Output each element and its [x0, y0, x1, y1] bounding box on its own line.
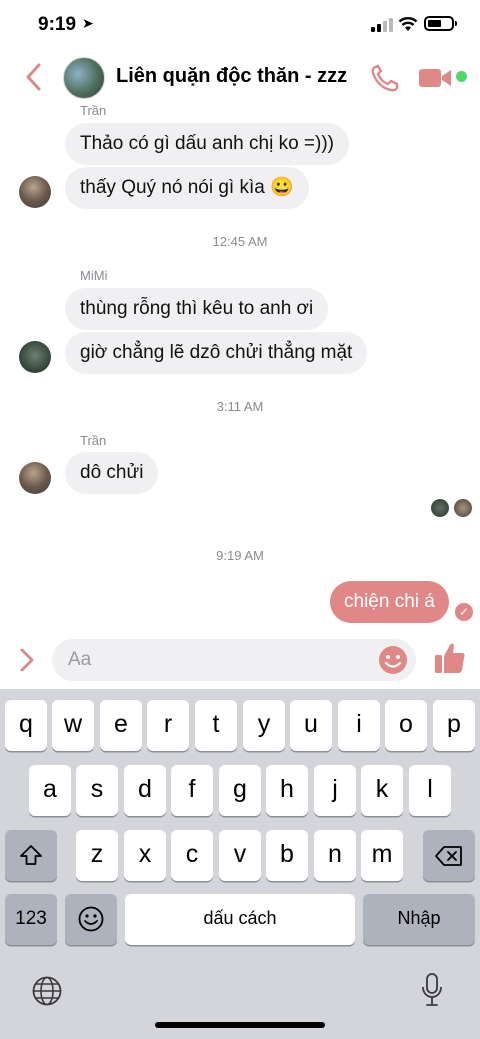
key-l[interactable]: l [409, 765, 451, 816]
message-input[interactable] [52, 639, 416, 681]
key-e[interactable]: e [100, 700, 142, 751]
message-bubble[interactable]: Thảo có gì dấu anh chị ko =))) [65, 123, 350, 165]
timestamp: 3:11 AM [216, 399, 264, 414]
shift-arrow-icon [20, 845, 42, 865]
key-r[interactable]: r [147, 700, 189, 751]
globe-icon[interactable] [32, 976, 62, 1006]
expand-chevron-icon[interactable] [18, 647, 36, 673]
timestamp: 12:45 AM [212, 234, 268, 249]
key-n[interactable]: n [314, 830, 356, 881]
group-avatar[interactable] [63, 57, 105, 99]
key-c[interactable]: c [171, 830, 213, 881]
seen-avatar [454, 499, 472, 517]
key-b[interactable]: b [266, 830, 308, 881]
backspace-key[interactable] [423, 830, 475, 881]
message-bubble[interactable]: giờ chẳng lẽ dzô chửi thẳng mặt [65, 332, 368, 374]
location-arrow-icon: ➤ [82, 15, 94, 31]
key-m[interactable]: m [361, 830, 403, 881]
sender-name: Trần [80, 103, 107, 118]
message-input-placeholder[interactable]: Aa [68, 649, 91, 671]
wifi-icon [398, 17, 418, 31]
sender-avatar[interactable] [19, 341, 51, 373]
space-key[interactable]: dấu cách [125, 894, 355, 945]
back-chevron-icon[interactable] [24, 62, 44, 92]
microphone-icon[interactable] [421, 973, 443, 1007]
key-y[interactable]: y [243, 700, 285, 751]
online-indicator [456, 71, 467, 82]
key-v[interactable]: v [219, 830, 261, 881]
delivered-check-icon: ✓ [455, 603, 473, 621]
emoji-icon[interactable] [378, 645, 408, 675]
emoji-key[interactable] [65, 894, 117, 945]
sender-avatar[interactable] [19, 462, 51, 494]
key-s[interactable]: s [76, 765, 118, 816]
status-time: 9:19 [38, 14, 77, 35]
sender-name: MiMi [80, 268, 108, 283]
key-d[interactable]: d [124, 765, 166, 816]
key-k[interactable]: k [361, 765, 403, 816]
group-name[interactable]: Liên quặn độc thăn - zzz [116, 65, 347, 88]
seen-avatar [431, 499, 449, 517]
return-key[interactable]: Nhập [363, 894, 475, 945]
message-bubble[interactable]: thùng rỗng thì kêu to anh ơi [65, 288, 329, 330]
key-t[interactable]: t [195, 700, 237, 751]
key-f[interactable]: f [171, 765, 213, 816]
numbers-key[interactable]: 123 [5, 894, 57, 945]
key-o[interactable]: o [385, 700, 427, 751]
key-p[interactable]: p [433, 700, 475, 751]
emoji-keyboard-icon [78, 906, 104, 932]
key-w[interactable]: w [52, 700, 94, 751]
keyboard: q w e r t y u i o p a s d f g h j k l z … [0, 689, 480, 1039]
home-indicator[interactable] [155, 1022, 325, 1028]
key-a[interactable]: a [29, 765, 71, 816]
backspace-icon [435, 846, 462, 866]
phone-icon[interactable] [370, 64, 400, 92]
key-j[interactable]: j [314, 765, 356, 816]
key-x[interactable]: x [124, 830, 166, 881]
key-i[interactable]: i [338, 700, 380, 751]
timestamp: 9:19 AM [216, 548, 264, 563]
sender-avatar[interactable] [19, 176, 51, 208]
cellular-signal-icon [371, 18, 393, 32]
battery-icon [424, 16, 457, 31]
like-thumb-icon[interactable] [434, 641, 466, 675]
message-bubble[interactable]: thấy Quý nó nói gì kìa 😀 [65, 167, 309, 209]
video-call-icon[interactable] [418, 67, 452, 89]
key-u[interactable]: u [290, 700, 332, 751]
sender-name: Trần [80, 433, 107, 448]
key-h[interactable]: h [266, 765, 308, 816]
shift-key[interactable] [5, 830, 57, 881]
my-message-bubble[interactable]: chiện chi á [330, 581, 449, 623]
key-g[interactable]: g [219, 765, 261, 816]
key-q[interactable]: q [5, 700, 47, 751]
key-z[interactable]: z [76, 830, 118, 881]
message-bubble[interactable]: dô chửi [65, 452, 159, 494]
